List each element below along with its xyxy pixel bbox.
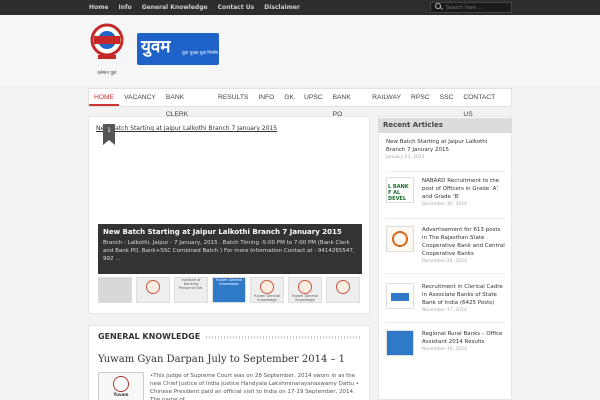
article-thumb[interactable] [386,226,414,252]
gk-excerpt: •This judge of Supreme Court was on 28 S… [150,373,360,400]
slide-caption[interactable]: New Batch Starting at Jaipur Lalkothi Br… [98,224,362,274]
article-title[interactable]: Regional Rural Banks – Office Assistant … [422,330,506,346]
slider-thumb[interactable] [136,277,170,303]
article-date: January 03, 2015 [386,155,425,160]
nav-rpsc[interactable]: RPSC [406,89,435,106]
article-thumb[interactable]: L BANK F AL DEVEL [386,177,414,203]
article-title[interactable]: New Batch Starting at Jaipur Lalkothi Br… [386,138,506,154]
slider-thumb[interactable]: Institute of Banking Personnel Sel. [174,277,208,303]
divider [386,273,506,274]
nav-gk[interactable]: GK [279,89,299,106]
topnav-contact-us[interactable]: Contact Us [213,0,260,15]
emblem-icon [336,280,350,294]
top-nav: Home Info General Knowledge Contact Us D… [84,0,305,15]
slider-thumb[interactable] [98,277,132,303]
article-date: December 29, 2014 [422,259,467,264]
logo-wordmark[interactable]: युवम युवा युवक युवा निर्माण [137,33,219,65]
slide-caption-title[interactable]: New Batch Starting at Jaipur Lalkothi Br… [103,228,357,236]
search-box [430,2,512,13]
slider-thumbnails: Institute of Banking Personnel Sel. Yuva… [98,277,362,304]
gk-post-title[interactable]: Yuwam Gyan Darpan July to September 2014… [98,354,345,365]
article-thumb[interactable] [386,283,414,309]
recent-article[interactable]: New Batch Starting at Jaipur Lalkothi Br… [386,138,506,160]
emblem-icon [113,376,129,392]
article-date: November 16, 2014 [422,347,467,352]
nav-railway[interactable]: RAILWAY [367,89,406,106]
logo-tagline: युवा युवक युवा निर्माण [182,51,219,56]
slide-title-link[interactable]: New Batch Starting at Jaipur Lalkothi Br… [96,125,277,132]
divider [386,322,506,323]
gk-thumb-label: Yuvam [113,392,129,397]
slider-thumb[interactable]: Yuvam General Knowledge [288,277,322,303]
sidebar-heading: Recent Articles [378,118,512,133]
emblem-icon [260,280,274,294]
article-title[interactable]: Recruitment in Clerical Cadre in Associa… [422,283,506,307]
topnav-general-knowledge[interactable]: General Knowledge [137,0,213,15]
topnav-disclaimer[interactable]: Disclaimer [259,0,305,15]
main-nav: HOME VACANCY BANK CLERK RESULTS INFO GK … [88,88,512,118]
topnav-info[interactable]: Info [113,0,136,15]
gk-post-thumb[interactable]: Yuvam [98,372,144,400]
sbi-logo-icon [391,293,409,301]
slider-thumb[interactable]: Yuvam General Knowledge [250,277,284,303]
emblem-icon [298,280,312,294]
nav-contact-us[interactable]: CONTACT US [458,89,511,118]
article-title[interactable]: Advertisement for 613 posts in The Rajas… [422,226,506,258]
nav-bank-clerk[interactable]: BANK CLERK [161,89,213,118]
emblem-icon [392,231,408,247]
nav-results[interactable]: RESULTS [213,89,253,106]
seal-caption: वर्तमान युवा [97,71,117,76]
slider-thumb[interactable] [326,277,360,303]
emblem-icon [146,280,160,294]
search-icon[interactable] [434,3,443,12]
topnav-home[interactable]: Home [84,0,113,15]
bookmark-number: 1 [107,127,111,134]
article-title[interactable]: NABARD Recruitment to the post of Office… [422,177,506,201]
nav-home[interactable]: HOME [89,89,120,106]
article-date: November 17, 2014 [422,308,467,313]
article-thumb[interactable] [386,330,414,356]
nav-bank-po[interactable]: BANK PO [328,89,368,118]
nav-vacancy[interactable]: VACANCY [119,89,161,106]
slider-thumb[interactable]: Yuvam General Knowledge [212,277,246,303]
logo-seal-icon[interactable] [88,22,126,64]
search-input[interactable] [446,4,510,11]
gk-heading: GENERAL KNOWLEDGE [98,332,205,341]
nav-upsc[interactable]: UPSC [299,89,328,106]
divider [386,218,506,219]
slide-caption-desc: Branch : Lalkothi, Jaipur - 7 January, 2… [103,240,355,262]
bookmark-icon: 1 [103,124,115,145]
article-date: December 30, 2014 [422,202,467,207]
nav-ssc[interactable]: SSC [435,89,459,106]
logo-word: युवम [141,37,171,57]
divider [386,171,506,172]
nav-info[interactable]: INFO [253,89,279,106]
